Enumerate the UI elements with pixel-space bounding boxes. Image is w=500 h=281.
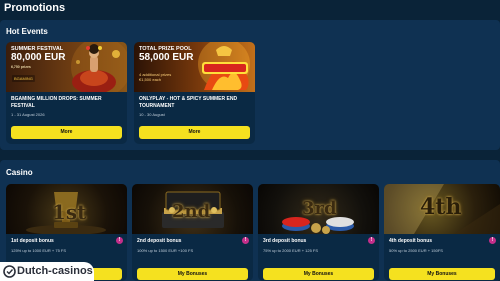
deposit-bonus-card-3[interactable]: 3rd 3rd deposit bonus 75% up to 2000 EUR… xyxy=(258,184,379,281)
my-bonuses-button[interactable]: My Bonuses xyxy=(389,268,495,280)
bonus-desc: 50% up to 2500 EUR + 150FS xyxy=(389,248,443,253)
bonus-desc: 75% up to 2000 EUR + 125 FS xyxy=(263,248,319,253)
watermark-text: Dutch-casinos xyxy=(17,265,93,277)
hot-events-section: Hot Events SUMMER FESTIVAL 80,000 EUR 6,… xyxy=(0,20,500,150)
hot-event-card-onlyplay[interactable]: TOTAL PRIZE POOL 58,000 EUR 4 additional… xyxy=(134,42,255,144)
info-icon[interactable]: ! xyxy=(242,237,249,244)
banner-sub: 6,750 prizes xyxy=(11,65,31,69)
bonus-title: 4th deposit bonus xyxy=(389,238,433,244)
my-bonuses-button[interactable]: My Bonuses xyxy=(137,268,248,280)
bonus-badge: 2nd xyxy=(172,201,211,222)
bonus-desc: 100% up to 1500 EUR +100 FS xyxy=(137,248,194,253)
info-icon[interactable]: ! xyxy=(116,237,123,244)
banner-sub2: €1,500 each xyxy=(139,77,162,82)
hot-event-card-bgaming[interactable]: SUMMER FESTIVAL 80,000 EUR 6,750 prizes … xyxy=(6,42,127,144)
banner-amount: 58,000 EUR xyxy=(139,52,194,63)
promo-banner-image: TOTAL PRIZE POOL 58,000 EUR 4 additional… xyxy=(134,42,255,92)
card-title: BGAMING MILLION DROPS: SUMMER FESTIVAL xyxy=(11,96,102,109)
bgaming-logo: BGAMING xyxy=(12,75,35,82)
card-title: ONLYPLAY - HOT & SPICY SUMMER END TOURNA… xyxy=(139,96,238,109)
hot-events-title: Hot Events xyxy=(6,27,48,36)
bonus-badge: 4th xyxy=(420,194,462,220)
bonus-desc: 125% up to 1000 EUR + 75 FS xyxy=(11,248,67,253)
bonus-badge: 3rd xyxy=(302,198,337,219)
my-bonuses-button[interactable]: My Bonuses xyxy=(263,268,374,280)
bonus-banner-image: 4th xyxy=(384,184,500,234)
bonus-title: 3rd deposit bonus xyxy=(263,238,307,244)
info-icon[interactable]: ! xyxy=(368,237,375,244)
more-button[interactable]: More xyxy=(139,126,250,139)
card-date: 10 - 30 August xyxy=(139,112,165,117)
info-icon[interactable]: ! xyxy=(489,237,496,244)
deposit-bonus-card-2[interactable]: 2nd 2nd deposit bonus 100% up to 1500 EU… xyxy=(132,184,253,281)
promo-banner-image: SUMMER FESTIVAL 80,000 EUR 6,750 prizes … xyxy=(6,42,127,92)
bonus-banner-image: 2nd xyxy=(132,184,253,234)
dutch-casinos-logo-icon xyxy=(3,265,16,278)
bonus-title: 2nd deposit bonus xyxy=(137,238,182,244)
bonus-badge: 1st xyxy=(52,200,87,224)
dutch-casinos-watermark: Dutch-casinos xyxy=(0,262,94,281)
bonus-title: 1st deposit bonus xyxy=(11,238,54,244)
bonus-banner-image: 3rd xyxy=(258,184,379,234)
casino-title: Casino xyxy=(6,168,33,177)
page-title: Promotions xyxy=(4,2,66,14)
more-button[interactable]: More xyxy=(11,126,122,139)
banner-amount: 80,000 EUR xyxy=(11,52,66,63)
bonus-banner-image: 1st xyxy=(6,184,127,234)
card-date: 1 - 31 August 2026 xyxy=(11,112,45,117)
deposit-bonus-card-4[interactable]: 4th 4th deposit bonus 50% up to 2500 EUR… xyxy=(384,184,500,281)
